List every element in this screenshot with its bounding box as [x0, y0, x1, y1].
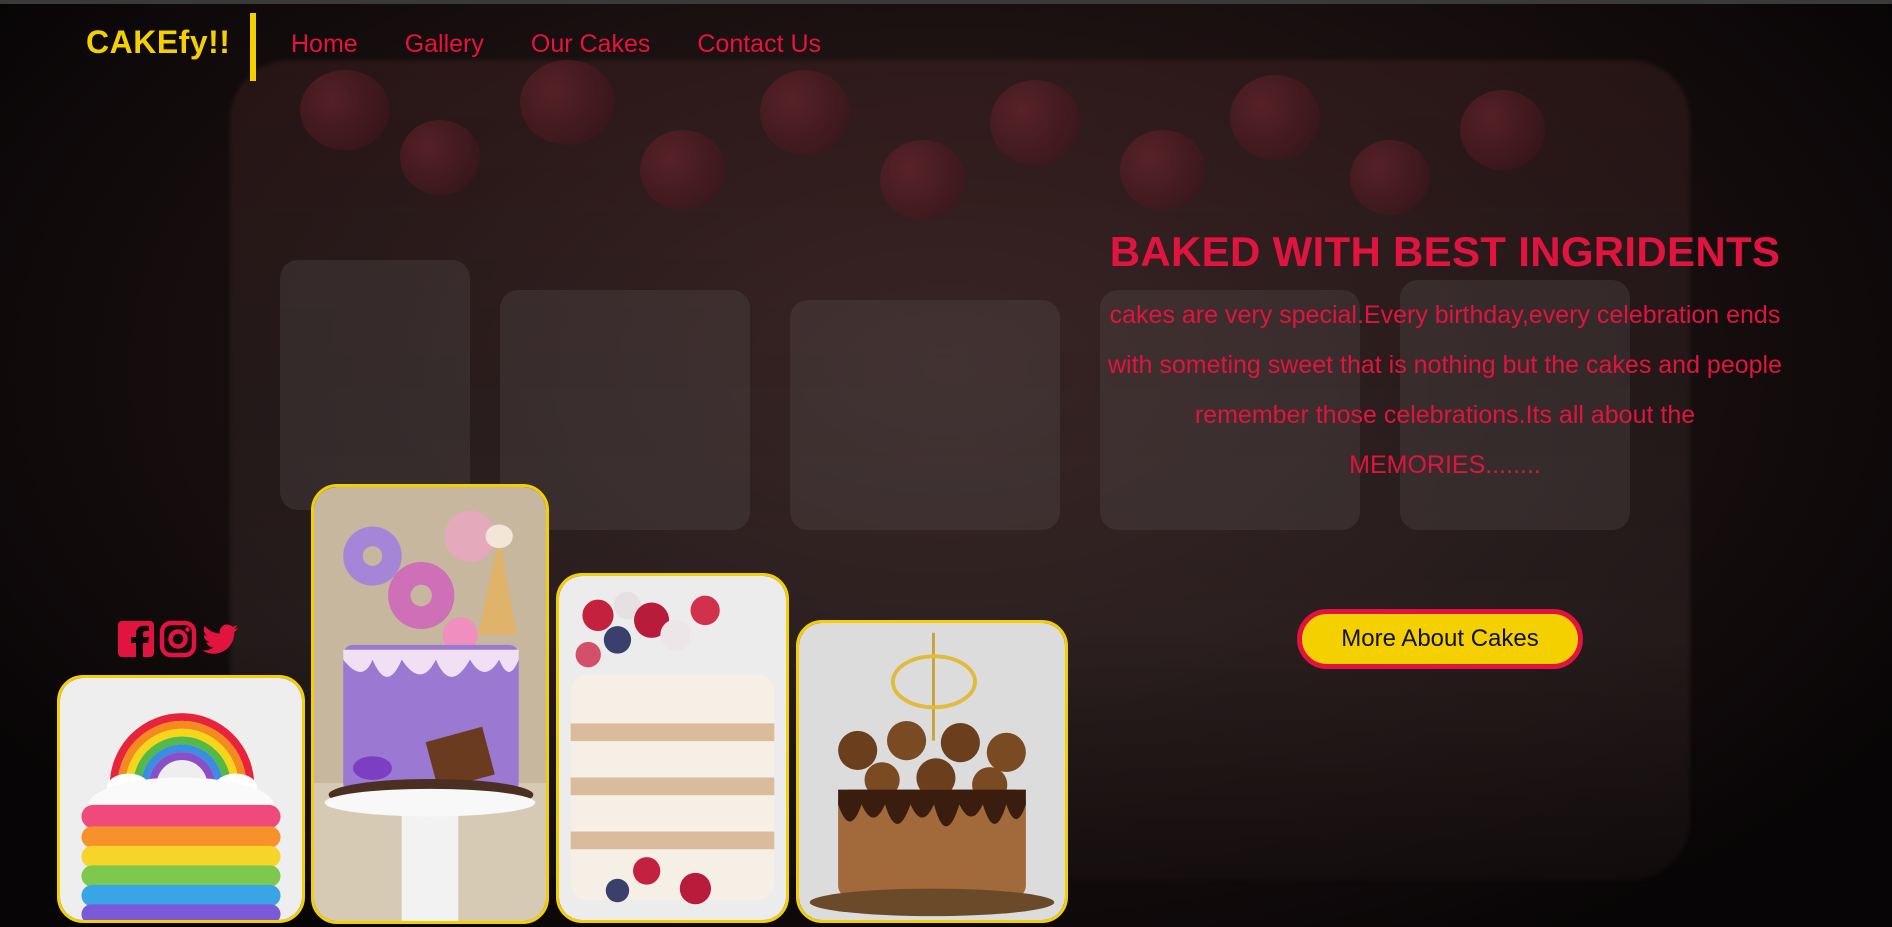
logo-divider [250, 13, 256, 81]
nav-gallery[interactable]: Gallery [405, 30, 484, 59]
instagram-icon[interactable] [159, 620, 197, 658]
chocolate-birthday-cake-image [799, 623, 1065, 920]
hero-section: BAKED WITH BEST INGRIDENTS cakes are ver… [1060, 228, 1830, 490]
purple-donut-cake-card[interactable] [311, 484, 549, 924]
twitter-icon[interactable] [201, 620, 239, 658]
more-about-cakes-button[interactable]: More About Cakes [1297, 609, 1583, 669]
hero-title: BAKED WITH BEST INGRIDENTS [1109, 228, 1781, 275]
hero-line: with someting sweet that is nothing but … [1107, 351, 1783, 379]
naked-berry-cake-card[interactable] [556, 573, 789, 923]
hero-line: cakes are very special.Every birthday,ev… [1109, 301, 1781, 329]
purple-donut-cake-image [314, 487, 546, 921]
facebook-icon[interactable] [117, 620, 155, 658]
hero-description: cakes are very special.Every birthday,ev… [1060, 290, 1830, 490]
rainbow-cake-image [60, 678, 302, 920]
main-nav: Home Gallery Our Cakes Contact Us [291, 30, 868, 59]
nav-home[interactable]: Home [291, 30, 358, 59]
nav-our-cakes[interactable]: Our Cakes [531, 30, 650, 59]
naked-berry-cake-image [559, 576, 786, 920]
social-links [117, 620, 239, 658]
rainbow-cake-card[interactable] [57, 675, 305, 923]
nav-contact-us[interactable]: Contact Us [697, 30, 821, 59]
page: CAKEfy!! Home Gallery Our Cakes Contact … [0, 0, 1892, 927]
hero-line: remember those celebrations.Its all abou… [1194, 401, 1696, 429]
site-logo[interactable]: CAKEfy!! [86, 24, 230, 61]
top-border [0, 0, 1892, 4]
hero-line: MEMORIES........ [1349, 451, 1541, 479]
chocolate-birthday-cake-card[interactable] [796, 620, 1068, 923]
